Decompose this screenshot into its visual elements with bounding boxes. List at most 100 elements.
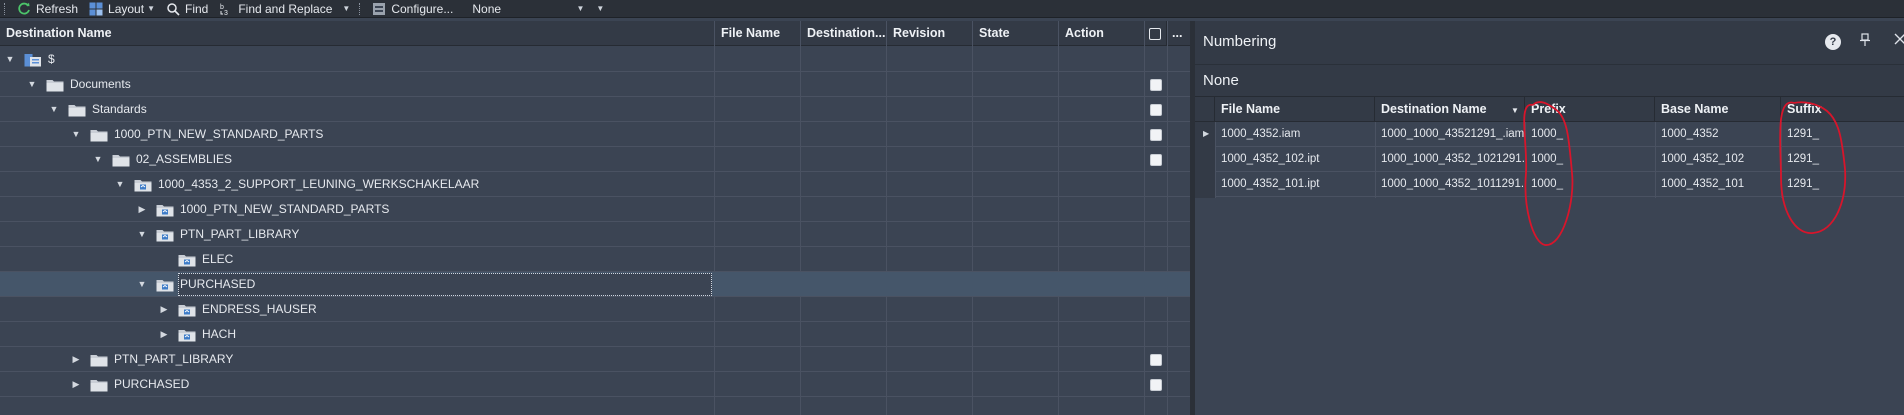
expand-arrow-icon[interactable]: ▶ bbox=[158, 322, 170, 347]
folder-icon bbox=[46, 78, 64, 92]
tree-row[interactable]: ▼ PTN_PART_LIBRARY bbox=[0, 222, 1190, 247]
tree-row[interactable]: ▼ 1000_PTN_NEW_STANDARD_PARTS bbox=[0, 122, 1190, 147]
new-folder-icon bbox=[178, 253, 196, 267]
magnifier-icon bbox=[165, 2, 181, 16]
find-label: Find bbox=[184, 1, 209, 16]
tree-row[interactable]: ▼ PURCHASED bbox=[0, 272, 1190, 297]
column-select-all[interactable] bbox=[1145, 21, 1167, 46]
layout-label: Layout bbox=[108, 1, 145, 16]
refresh-label: Refresh bbox=[36, 1, 79, 16]
tree-row[interactable]: ▶ 1000_PTN_NEW_STANDARD_PARTS bbox=[0, 197, 1190, 222]
selected-row-focus[interactable] bbox=[178, 273, 712, 296]
destination-tree-panel: Destination Name File Name Destination..… bbox=[0, 21, 1190, 415]
tree-row-label: PTN_PART_LIBRARY bbox=[180, 227, 300, 241]
freehand-annotation-marks bbox=[1523, 101, 1847, 246]
folder-icon bbox=[90, 353, 108, 367]
column-revision[interactable]: Revision bbox=[887, 21, 973, 46]
column-action[interactable]: Action bbox=[1059, 21, 1145, 46]
find-replace-label: Find and Replace bbox=[238, 1, 333, 16]
destination-table-header: Destination Name File Name Destination..… bbox=[0, 21, 1190, 46]
new-folder-icon bbox=[156, 203, 174, 217]
folder-icon bbox=[90, 378, 108, 392]
column-file-name[interactable]: File Name bbox=[715, 21, 801, 46]
scheme-select-value: None bbox=[472, 1, 502, 16]
tree-row[interactable]: ▶ ENDRESS_HAUSER bbox=[0, 297, 1190, 322]
find-replace-icon: b3 bbox=[218, 2, 234, 16]
tree-row-label: Standards bbox=[92, 102, 147, 116]
folder-icon bbox=[68, 103, 86, 117]
layout-button[interactable]: Layout ▼ bbox=[83, 0, 160, 18]
tree-row-label: PURCHASED bbox=[180, 277, 256, 291]
numbering-scheme-select[interactable]: None ▼ bbox=[468, 1, 588, 17]
layout-icon bbox=[88, 2, 104, 16]
folder-icon bbox=[90, 128, 108, 142]
new-folder-icon bbox=[178, 328, 196, 342]
expand-arrow-icon[interactable]: ▶ bbox=[70, 372, 82, 397]
tree-row-label: $ bbox=[48, 52, 55, 66]
collapse-arrow-icon[interactable]: ▼ bbox=[136, 222, 148, 247]
collapse-arrow-icon[interactable]: ▼ bbox=[70, 122, 82, 147]
svg-text:3: 3 bbox=[224, 10, 228, 16]
select-all-checkbox[interactable] bbox=[1149, 27, 1161, 40]
new-folder-icon bbox=[178, 303, 196, 317]
tree-row[interactable]: ▼ Documents bbox=[0, 72, 1190, 97]
tree-row-label: Documents bbox=[70, 77, 131, 91]
collapse-arrow-icon[interactable]: ▼ bbox=[92, 147, 104, 172]
column-chooser-button[interactable]: ... bbox=[1167, 21, 1190, 46]
tree-row[interactable]: ELEC bbox=[0, 247, 1190, 272]
tree-row-label: ENDRESS_HAUSER bbox=[202, 302, 317, 316]
row-checkbox[interactable] bbox=[1150, 154, 1162, 166]
collapse-arrow-icon[interactable]: ▼ bbox=[48, 97, 60, 122]
column-state[interactable]: State bbox=[973, 21, 1059, 46]
tree-row[interactable]: ▶ PURCHASED bbox=[0, 372, 1190, 397]
tree-row[interactable]: ▼ 1000_4353_2_SUPPORT_LEUNING_WERKSCHAKEL… bbox=[0, 172, 1190, 197]
tree-row-label: 1000_PTN_NEW_STANDARD_PARTS bbox=[180, 202, 390, 216]
toolbar-separator bbox=[359, 2, 361, 15]
toolbar-overflow-icon[interactable]: ▼ bbox=[596, 4, 604, 13]
row-checkbox[interactable] bbox=[1150, 129, 1162, 141]
chevron-down-icon: ▼ bbox=[576, 4, 585, 13]
column-destination[interactable]: Destination... bbox=[801, 21, 887, 46]
toolbar-grip bbox=[4, 2, 5, 15]
collapse-arrow-icon[interactable]: ▼ bbox=[114, 172, 126, 197]
tree-row-label: 1000_PTN_NEW_STANDARD_PARTS bbox=[114, 127, 324, 141]
expand-arrow-icon[interactable]: ▶ bbox=[70, 347, 82, 372]
row-checkbox[interactable] bbox=[1150, 104, 1162, 116]
find-replace-button[interactable]: b3 Find and Replace ▼ bbox=[213, 0, 355, 18]
row-checkbox[interactable] bbox=[1150, 379, 1162, 391]
folder-icon bbox=[112, 153, 130, 167]
new-folder-icon bbox=[156, 278, 174, 292]
configure-label: Configure... bbox=[391, 1, 454, 16]
find-button[interactable]: Find bbox=[160, 0, 213, 18]
tree-row-label: 02_ASSEMBLIES bbox=[136, 152, 233, 166]
expand-arrow-icon[interactable]: ▶ bbox=[158, 297, 170, 322]
tree-row-label: HACH bbox=[202, 327, 237, 341]
toolbar: Refresh Layout ▼ Find b3 Find and Replac… bbox=[0, 0, 1904, 18]
row-checkbox[interactable] bbox=[1150, 354, 1162, 366]
collapse-arrow-icon[interactable]: ▼ bbox=[4, 47, 16, 72]
row-checkbox[interactable] bbox=[1150, 79, 1162, 91]
configure-icon bbox=[371, 2, 387, 16]
numbering-panel: Numbering ? None File Name Destination N… bbox=[1195, 21, 1904, 415]
tree-row[interactable]: ▼ $ bbox=[0, 47, 1190, 72]
collapse-arrow-icon[interactable]: ▼ bbox=[136, 272, 148, 297]
refresh-button[interactable]: Refresh bbox=[11, 0, 83, 18]
new-folder-icon bbox=[134, 178, 152, 192]
tree-row[interactable]: ▼ Standards bbox=[0, 97, 1190, 122]
tree-row-label: PTN_PART_LIBRARY bbox=[114, 352, 234, 366]
refresh-icon bbox=[16, 2, 32, 16]
tree-row[interactable]: ▶ HACH bbox=[0, 322, 1190, 347]
tree-row-label: 1000_4353_2_SUPPORT_LEUNING_WERKSCHAKELA… bbox=[158, 177, 480, 191]
column-destination-name[interactable]: Destination Name bbox=[0, 21, 715, 46]
chevron-down-icon[interactable]: ▼ bbox=[342, 4, 350, 13]
new-folder-icon bbox=[156, 228, 174, 242]
chevron-down-icon: ▼ bbox=[147, 4, 155, 13]
collapse-arrow-icon[interactable]: ▼ bbox=[26, 72, 38, 97]
tree-row-label: ELEC bbox=[202, 252, 234, 266]
tree-row[interactable]: ▶ PTN_PART_LIBRARY bbox=[0, 347, 1190, 372]
vault-icon bbox=[24, 53, 42, 67]
tree-row[interactable]: ▼ 02_ASSEMBLIES bbox=[0, 147, 1190, 172]
configure-button[interactable]: Configure... bbox=[366, 0, 458, 18]
tree-row-label: PURCHASED bbox=[114, 377, 190, 391]
expand-arrow-icon[interactable]: ▶ bbox=[136, 197, 148, 222]
